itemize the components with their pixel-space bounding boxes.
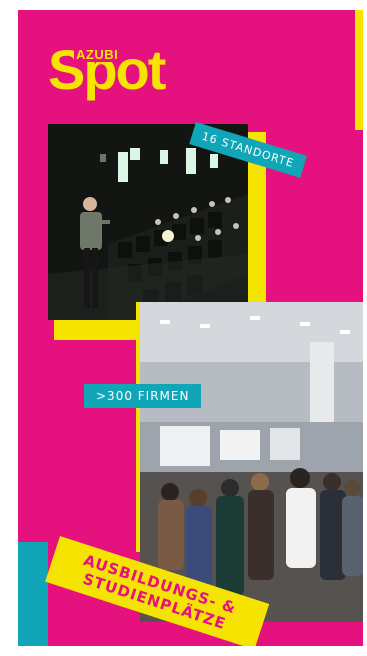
cinema-scene-illustration xyxy=(48,124,248,320)
cyan-accent-block xyxy=(18,542,48,646)
poster: Spot AZUBI 16 STANDORTE >300 FIRMEN AUSB… xyxy=(18,10,363,646)
yellow-accent-bar xyxy=(355,10,363,130)
firmen-tag: >300 FIRMEN xyxy=(84,384,202,408)
logo-azubi-text: AZUBI xyxy=(74,47,121,62)
cinema-presentation-photo xyxy=(48,124,248,320)
azubispot-logo: Spot AZUBI xyxy=(48,30,166,110)
